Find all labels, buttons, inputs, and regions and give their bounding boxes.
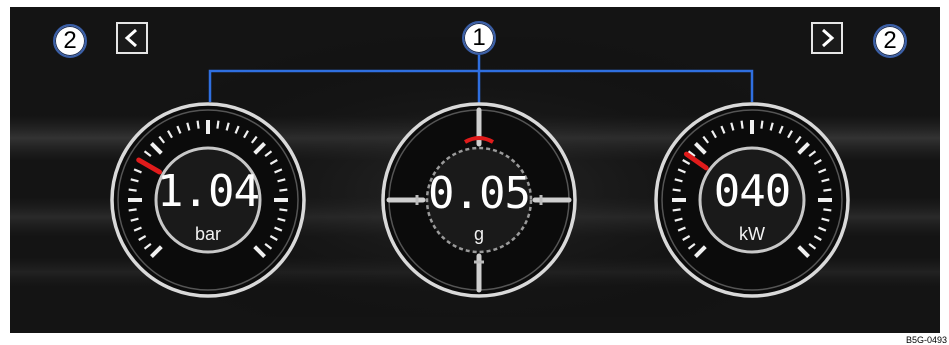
tick [672,208,681,212]
gauge-power: 040 kW [654,102,850,298]
tick [672,188,681,192]
callout-1: 1 [462,21,496,55]
callout-2-left-number: 2 [63,27,77,54]
power-unit: kW [739,224,765,244]
pressure-unit: bar [194,224,221,244]
next-view-button[interactable] [811,22,843,54]
gauge-pressure: 1.04 bar [110,102,306,298]
chevron-right-icon [822,28,835,48]
chevron-left-icon [124,28,137,48]
gforce-unit: g [473,224,484,244]
callout-1-number: 1 [472,24,486,51]
gforce-value: 0.05 [428,168,531,219]
instrument-display: 1 2 2 1.04 bar 0.05 g 040 kW [10,7,940,333]
tick [823,188,832,192]
figure-code: B5G-0493 [905,335,947,345]
tick [128,188,137,192]
tick [740,120,744,129]
power-value: 040 [713,166,791,217]
gauge-gforce: 0.05 g [381,102,577,298]
callout-2-right-number: 2 [883,27,897,54]
tick [760,120,764,129]
callout-2-left: 2 [53,24,87,58]
previous-view-button[interactable] [116,22,148,54]
pressure-value: 1.04 [157,166,260,217]
tick [216,120,220,129]
callout-2-right: 2 [873,24,907,58]
tick [196,120,200,129]
tick [279,208,288,212]
tick [279,188,288,192]
tick [128,208,137,212]
tick [823,208,832,212]
